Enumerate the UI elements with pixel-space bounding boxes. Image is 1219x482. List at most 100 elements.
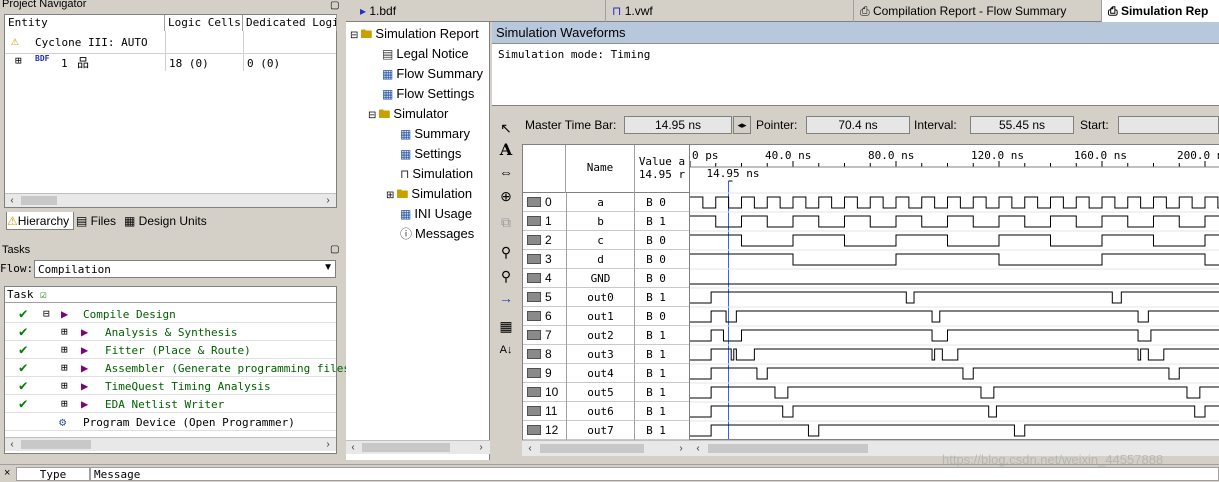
master-time-bar-field[interactable]: 14.95 ns — [624, 116, 732, 134]
wave-scroll-thumb[interactable] — [708, 444, 868, 453]
report-tree-item[interactable]: ▦ Flow Settings — [368, 84, 474, 104]
col-dedicated-logic[interactable]: Dedicated Logic — [243, 15, 337, 31]
signal-table-scrollbar[interactable]: ‹ › — [522, 440, 690, 456]
task-row[interactable]: ✔ ⊞ ▶ Fitter (Place & Route) — [5, 341, 336, 359]
replace-icon[interactable]: ⚲ — [495, 266, 517, 286]
nav-tab-files[interactable]: ▤ Files — [76, 212, 122, 230]
signal-row[interactable]: 1 b B 1 — [523, 212, 689, 231]
scroll-right-icon[interactable]: › — [321, 194, 335, 208]
report-tree-item[interactable]: ⊟ 🖿 Simulation Report — [350, 24, 479, 44]
report-tree-item[interactable]: ⊓ Simulation — [386, 164, 473, 184]
signal-scroll-right-icon[interactable]: › — [674, 442, 688, 456]
signal-row[interactable]: 11 out6 B 1 — [523, 402, 689, 421]
tasks-scroll-thumb[interactable] — [21, 440, 91, 449]
group-icon[interactable]: ▦ — [495, 316, 517, 336]
tasks-scroll-right-icon[interactable]: › — [321, 438, 335, 452]
expand-icon[interactable]: ⊞ — [386, 190, 394, 201]
report-tree-item[interactable]: ⊟ 🖿 Simulator — [368, 104, 448, 124]
signal-row[interactable]: 5 out0 B 1 — [523, 288, 689, 307]
signal-row[interactable]: 6 out1 B 0 — [523, 307, 689, 326]
sort-az-icon[interactable]: A↓ — [495, 340, 517, 360]
col-logic-cells[interactable]: Logic Cells — [165, 15, 243, 31]
signal-row[interactable]: 9 out4 B 1 — [523, 364, 689, 383]
tasks-scroll-left-icon[interactable]: ‹ — [5, 438, 19, 452]
messages-col-message[interactable]: Message — [90, 467, 1219, 481]
signal-row[interactable]: 3 d B 0 — [523, 250, 689, 269]
device-row[interactable]: ⚠ Cyclone III: AUTO — [5, 33, 336, 51]
run-icon[interactable]: ▶ — [81, 395, 88, 413]
zoom-icon[interactable]: ⊕ — [495, 186, 517, 206]
report-tree-item[interactable]: ⊞ 🖿 Simulation — [386, 184, 472, 204]
signal-scroll-thumb[interactable] — [540, 444, 644, 453]
entity-row[interactable]: ⊞ BDF 1 品 18 (0) 0 (0) — [5, 53, 336, 71]
task-row[interactable]: ⚙ Program Device (Open Programmer) — [5, 413, 336, 431]
horizontal-scrollbar[interactable]: ‹ › — [5, 193, 336, 207]
scroll-thumb[interactable] — [21, 196, 57, 205]
signal-row[interactable]: 4 GND B 0 — [523, 269, 689, 288]
flow-select[interactable]: Compilation ▼ — [34, 260, 336, 278]
report-tree-item[interactable]: ▦ Summary — [386, 124, 470, 144]
task-row[interactable]: ✔ ⊞ ▶ Assembler (Generate programming files… — [5, 359, 357, 377]
tree-scroll-left-icon[interactable]: ‹ — [346, 441, 360, 455]
tasks-close-icon[interactable]: ▢ — [330, 244, 339, 255]
scroll-left-icon[interactable]: ‹ — [5, 194, 19, 208]
run-icon[interactable]: ▶ — [61, 305, 68, 323]
report-tree-item[interactable]: ▦ INI Usage — [386, 204, 472, 224]
run-icon[interactable]: ▶ — [81, 341, 88, 359]
waveform-canvas[interactable]: 0 ps 40.0 ns 80.0 ns 120.0 ns 160.0 ns 200.0 … — [690, 145, 1219, 440]
task-row[interactable]: ✔ ⊞ ▶ Analysis & Synthesis — [5, 323, 336, 341]
expand-icon[interactable]: ⊞ — [61, 343, 68, 356]
tree-scroll-thumb[interactable] — [362, 443, 450, 452]
waveform-edit-icon[interactable]: ⇔ — [495, 162, 517, 182]
expand-icon[interactable]: ⊞ — [61, 379, 68, 392]
expand-icon[interactable]: ⊞ — [61, 325, 68, 338]
run-icon[interactable]: ▶ — [81, 377, 88, 395]
select-pointer-icon[interactable]: ↖ — [495, 118, 517, 138]
run-icon[interactable]: ▶ — [81, 359, 88, 377]
report-tree-item[interactable]: ▦ Settings — [386, 144, 461, 164]
tab-compilation-report[interactable]: ⎙ Compilation Report - Flow Summary — [854, 0, 1102, 22]
collapse-icon[interactable]: ⊟ — [368, 110, 376, 121]
waveform-area[interactable]: 0 ps 40.0 ns 80.0 ns 120.0 ns 160.0 ns 200.0 … — [690, 144, 1219, 440]
task-row[interactable]: ✔ ⊟ ▶ Compile Design — [5, 305, 336, 323]
copy-icon[interactable]: ⧉ — [495, 212, 517, 232]
tasks-horizontal-scrollbar[interactable]: ‹ › — [5, 437, 336, 451]
nav-tab-design-units[interactable]: ▦ Design Units — [124, 212, 208, 230]
signal-row[interactable]: 12 out7 B 1 — [523, 421, 689, 440]
messages-close-icon[interactable]: × — [4, 467, 10, 479]
chevron-down-icon[interactable]: ▼ — [323, 262, 333, 273]
report-tree-item[interactable]: ▦ Flow Summary — [368, 64, 483, 84]
report-tree-item[interactable]: ▤ Legal Notice — [368, 44, 469, 64]
signal-row[interactable]: 0 a B 0 — [523, 193, 689, 212]
col-value-line1[interactable]: Value a — [635, 155, 689, 168]
text-tool-icon[interactable]: A — [495, 140, 517, 160]
report-tree-item[interactable]: ⓘ Messages — [386, 224, 474, 244]
signal-row[interactable]: 7 out2 B 1 — [523, 326, 689, 345]
messages-col-type[interactable]: Type — [16, 467, 90, 481]
task-row[interactable]: ✔ ⊞ ▶ EDA Netlist Writer — [5, 395, 336, 413]
signal-scroll-left-icon[interactable]: ‹ — [523, 442, 537, 456]
tree-scroll-right-icon[interactable]: › — [474, 441, 488, 455]
arrow-right-icon[interactable]: → — [495, 288, 517, 308]
signal-row[interactable]: 8 out3 B 1 — [523, 345, 689, 364]
tab-simulation-report[interactable]: ⎙ Simulation Rep — [1102, 0, 1219, 22]
start-field[interactable] — [1118, 116, 1219, 134]
tab-1-bdf[interactable]: ▸ 1.bdf — [356, 0, 606, 22]
report-tree-scrollbar[interactable]: ‹ › — [346, 440, 490, 454]
expand-icon[interactable]: ⊞ — [61, 397, 68, 410]
tab-1-vwf[interactable]: ⊓ 1.vwf — [606, 0, 854, 22]
wave-scroll-left-icon[interactable]: ‹ — [691, 442, 705, 456]
expand-icon[interactable]: ⊞ — [15, 54, 22, 67]
collapse-icon[interactable]: ⊟ — [43, 307, 50, 320]
programmer-icon[interactable]: ⚙ — [59, 413, 66, 431]
signal-row[interactable]: 10 out5 B 1 — [523, 383, 689, 402]
run-icon[interactable]: ▶ — [81, 323, 88, 341]
pane-close-icon[interactable]: ▢ — [330, 0, 339, 11]
col-entity[interactable]: Entity — [5, 15, 165, 31]
task-row[interactable]: ✔ ⊞ ▶ TimeQuest Timing Analysis — [5, 377, 336, 395]
time-bar-stepper[interactable]: ◂▸ — [733, 116, 751, 134]
collapse-icon[interactable]: ⊟ — [350, 30, 358, 41]
find-icon[interactable]: ⚲ — [495, 242, 517, 262]
nav-tab-hierarchy[interactable]: ⚠Hierarchy — [6, 212, 74, 230]
col-name[interactable]: Name — [567, 161, 633, 174]
